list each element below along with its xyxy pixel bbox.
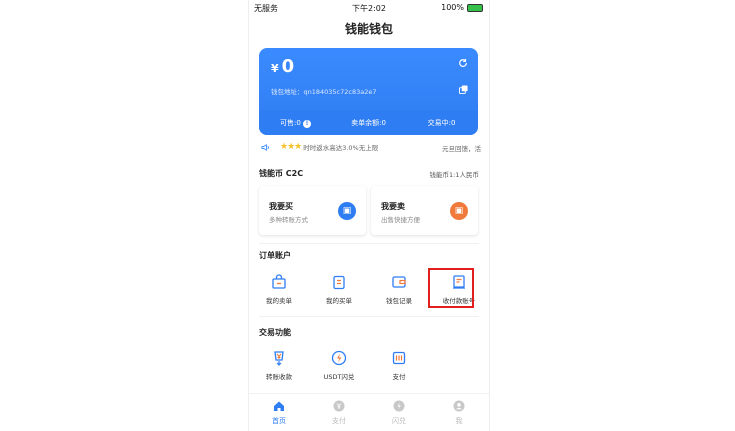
sell-subtitle: 出售快捷方便: [381, 216, 420, 224]
refresh-icon[interactable]: [458, 58, 468, 68]
tab-home-label: 首页: [272, 417, 286, 425]
stat-in-trade: 交易中:0: [427, 118, 456, 127]
divider: [259, 243, 479, 244]
my-buy-orders-button[interactable]: 我的买单: [309, 268, 369, 308]
c2c-title: 钱能币 C2C: [259, 169, 304, 178]
info-icon[interactable]: !: [303, 119, 312, 128]
tab-pay[interactable]: 支付: [309, 394, 369, 431]
my-buy-orders-label: 我的买单: [326, 297, 352, 305]
buy-icon: ▣: [338, 202, 356, 220]
notice-bar[interactable]: ★★★ 时时返水高达3.0%无上限 元旦回馈，活: [261, 141, 481, 153]
usdt-exchange-button[interactable]: USDT闪兑: [309, 344, 369, 384]
trade-grid: 转账收款 USDT闪兑 支付: [249, 344, 489, 384]
pay-button[interactable]: 支付: [369, 344, 429, 384]
shopping-bag-icon: [272, 274, 286, 289]
notice-right-text: 元旦回馈，活: [442, 145, 481, 153]
my-sell-orders-button[interactable]: 我的卖单: [249, 268, 309, 308]
currency-symbol: ¥: [271, 62, 279, 75]
wallet-address: 钱包地址：qn184035c72c83a2e7: [271, 88, 377, 96]
buy-tile[interactable]: 我要买 多种转账方式 ▣: [259, 186, 366, 235]
c2c-rate: 钱能币1:1人民币: [429, 171, 479, 179]
pay-icon: [392, 351, 406, 365]
stat-sell-balance: 卖单余额:0: [351, 118, 386, 127]
transfer-receive-label: 转账收款: [266, 373, 292, 381]
wallet-stats-bar: 可售:0 ! 卖单余额:0 交易中:0: [259, 110, 478, 135]
phone-screen: 无服务 下午2:02 100% 钱能钱包 ¥0 钱包地址：qn184035c72…: [248, 0, 490, 431]
copy-icon[interactable]: [459, 85, 468, 94]
clipboard-icon: [333, 275, 345, 290]
stat-available: 可售:0 !: [259, 118, 332, 128]
yen-circle-icon: [333, 400, 345, 412]
home-icon: [274, 401, 284, 411]
flash-icon: [331, 350, 347, 366]
orders-title: 订单账户: [259, 251, 291, 260]
transfer-yen-icon: [274, 351, 284, 366]
trade-title: 交易功能: [259, 328, 291, 337]
wallet-records-label: 钱包记录: [386, 297, 412, 305]
speaker-icon: [261, 143, 269, 151]
usdt-exchange-label: USDT闪兑: [323, 373, 355, 381]
pay-label: 支付: [392, 373, 406, 381]
buy-title: 我要买: [269, 202, 293, 211]
battery-icon: [467, 3, 483, 12]
tab-pay-label: 支付: [332, 417, 346, 425]
tab-bar: 首页 支付 闪兑 我: [249, 393, 489, 431]
battery-label: 100%: [441, 3, 464, 12]
buy-subtitle: 多种转账方式: [269, 216, 308, 224]
tab-exchange[interactable]: 闪兑: [369, 394, 429, 431]
highlight-box: [428, 268, 474, 308]
wallet-balance: ¥0: [271, 56, 294, 77]
wallet-card: ¥0 钱包地址：qn184035c72c83a2e7 可售:0 ! 卖单余额:0…: [259, 48, 478, 135]
sell-title: 我要卖: [381, 202, 405, 211]
wallet-icon: [392, 276, 406, 288]
tab-home[interactable]: 首页: [249, 394, 309, 431]
battery-indicator: 100%: [441, 3, 483, 12]
page-title: 钱能钱包: [344, 22, 393, 36]
user-circle-icon: [453, 400, 465, 412]
tab-me-label: 我: [455, 417, 463, 425]
stars-icon: ★★★: [280, 142, 302, 152]
transfer-receive-button[interactable]: 转账收款: [249, 344, 309, 384]
flash-circle-icon: [393, 400, 405, 412]
notice-text: 时时返水高达3.0%无上限: [303, 144, 379, 152]
tab-me[interactable]: 我: [429, 394, 489, 431]
tab-exchange-label: 闪兑: [392, 417, 406, 425]
my-sell-orders-label: 我的卖单: [266, 297, 292, 305]
divider: [259, 316, 479, 317]
wallet-records-button[interactable]: 钱包记录: [369, 268, 429, 308]
sell-icon: ▣: [450, 202, 468, 220]
status-bar: 无服务 下午2:02 100%: [249, 0, 489, 16]
balance-value: 0: [281, 56, 295, 77]
sell-tile[interactable]: 我要卖 出售快捷方便 ▣: [371, 186, 478, 235]
